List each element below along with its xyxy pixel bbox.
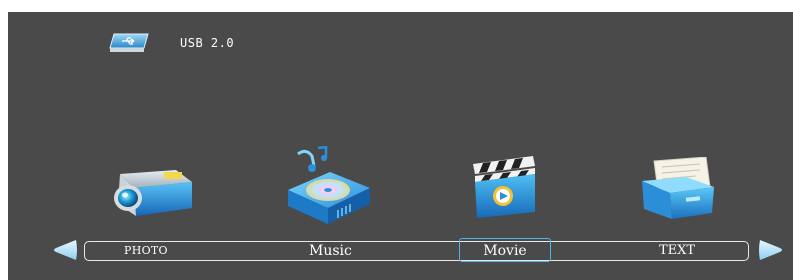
arrow-left-icon[interactable]: [50, 238, 78, 262]
menu-item-text[interactable]: TEXT: [659, 241, 695, 261]
arrow-right-icon[interactable]: [758, 238, 786, 262]
menu-item-photo[interactable]: PHOTO: [124, 241, 168, 261]
menu-item-movie-selected[interactable]: Movie: [459, 238, 551, 262]
media-type-menu: PHOTO Music Movie TEXT: [84, 238, 749, 262]
text-folder-icon[interactable]: [636, 157, 716, 221]
usb-device-label: USB 2.0: [180, 36, 235, 50]
usb-drive-icon: [108, 32, 152, 54]
menu-item-music[interactable]: Music: [309, 241, 352, 261]
media-screen: USB 2.0 PHOTO Music Movie TEXT: [8, 12, 793, 280]
movie-clapper-icon[interactable]: [463, 152, 543, 218]
usb-device[interactable]: USB 2.0: [108, 32, 234, 54]
photo-camera-icon[interactable]: [106, 164, 196, 222]
music-disc-icon[interactable]: [278, 146, 374, 226]
